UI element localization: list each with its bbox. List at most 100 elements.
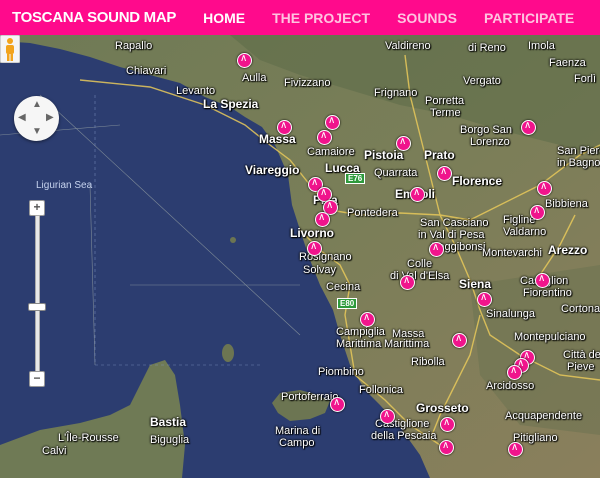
place-label: Fivizzano: [284, 77, 331, 89]
place-label: Terme: [430, 107, 461, 119]
place-label: Prato: [424, 148, 455, 162]
place-label: di Val d'Elsa: [390, 270, 450, 282]
place-label: Aulla: [242, 72, 267, 84]
place-label: della Pescaia: [371, 430, 437, 442]
place-label: Porretta: [425, 95, 465, 107]
place-label: Valdarno: [503, 226, 547, 238]
place-label: di Reno: [468, 42, 506, 54]
sound-marker[interactable]: [317, 130, 332, 145]
zoom-control: + −: [28, 200, 46, 388]
sound-marker[interactable]: [452, 333, 467, 348]
sound-marker[interactable]: [360, 312, 375, 327]
place-label: Livorno: [290, 226, 334, 240]
sound-marker[interactable]: [315, 212, 330, 227]
place-label: Siena: [459, 277, 492, 291]
sea-label: Ligurian Sea: [36, 180, 93, 191]
site-title[interactable]: TOSCANA SOUND MAP: [12, 9, 176, 26]
sound-marker[interactable]: [330, 397, 345, 412]
pan-control[interactable]: ▲ ▼ ◀ ▶: [14, 96, 59, 141]
sound-marker[interactable]: [380, 409, 395, 424]
place-label: Forlì: [574, 73, 596, 85]
nav-the-project[interactable]: THE PROJECT: [272, 10, 370, 26]
sound-marker[interactable]: [535, 273, 550, 288]
pan-down-icon[interactable]: ▼: [32, 127, 42, 137]
pegman-icon[interactable]: [0, 35, 20, 63]
sound-marker[interactable]: [325, 115, 340, 130]
place-label: Rosignano: [299, 251, 352, 263]
nav-sounds[interactable]: SOUNDS: [397, 10, 457, 26]
place-label: L'Île-Rousse: [58, 432, 119, 444]
sound-map[interactable]: Rapallo Chiavari Levanto La Spezia Aulla…: [0, 35, 600, 478]
place-label: Pontedera: [347, 207, 398, 219]
place-label: Pieve: [567, 361, 595, 373]
place-label: Follonica: [359, 384, 404, 396]
place-label: Montevarchi: [482, 247, 542, 259]
place-label: Florence: [452, 174, 503, 188]
zoom-out-button[interactable]: −: [29, 371, 45, 387]
place-label: Cortona: [561, 303, 600, 315]
place-label: Montepulciano: [514, 331, 586, 343]
place-label: Imola: [528, 40, 555, 52]
place-label: Faenza: [549, 57, 586, 69]
sound-marker[interactable]: [530, 205, 545, 220]
place-label: Biguglia: [150, 434, 190, 446]
place-label: Campiglia: [336, 326, 385, 338]
place-label: Massa: [259, 132, 296, 146]
place-label: Calvi: [42, 445, 67, 457]
place-label: Sinalunga: [486, 308, 535, 320]
place-label: Fiorentino: [523, 287, 572, 299]
sound-marker[interactable]: [440, 417, 455, 432]
sound-marker[interactable]: [277, 120, 292, 135]
sound-marker[interactable]: [439, 440, 454, 455]
top-navigation-bar: TOSCANA SOUND MAP HOME THE PROJECT SOUND…: [0, 0, 600, 35]
place-label: Marina di: [275, 425, 321, 437]
sound-marker[interactable]: [429, 242, 444, 257]
place-label: Cecina: [326, 281, 361, 293]
zoom-slider-handle[interactable]: [28, 303, 46, 311]
sound-marker[interactable]: [477, 292, 492, 307]
place-label: Bibbiena: [545, 198, 588, 210]
place-label: Lorenzo: [470, 136, 510, 148]
sound-marker[interactable]: [410, 187, 425, 202]
place-label: Frignano: [374, 87, 418, 99]
place-label: Marittima: [336, 338, 382, 350]
sound-marker[interactable]: [400, 275, 415, 290]
sound-marker[interactable]: [537, 181, 552, 196]
sound-marker[interactable]: [437, 166, 452, 181]
place-label: Quarrata: [374, 167, 418, 179]
pan-left-icon[interactable]: ◀: [18, 113, 26, 123]
place-label: Pitigliano: [513, 432, 558, 444]
place-label: San Piero: [557, 145, 600, 157]
sound-marker[interactable]: [396, 136, 411, 151]
place-label: Viareggio: [245, 163, 300, 177]
place-label: Colle: [407, 258, 433, 270]
sound-marker[interactable]: [507, 365, 522, 380]
place-label: Rapallo: [115, 40, 153, 52]
place-label: Arezzo: [548, 243, 588, 257]
road-shield: E76: [345, 173, 366, 184]
pan-up-icon[interactable]: ▲: [32, 100, 42, 110]
place-label: in Bagno: [557, 157, 600, 169]
place-label: in Val di Pesa: [418, 229, 485, 241]
road-shield: E80: [337, 298, 358, 309]
main-nav: HOME THE PROJECT SOUNDS PARTICIPATE: [203, 10, 600, 26]
zoom-track[interactable]: [35, 215, 40, 372]
place-label: Camaiore: [307, 146, 355, 158]
sound-marker[interactable]: [307, 241, 322, 256]
place-label: Arcidosso: [486, 380, 535, 392]
sound-marker[interactable]: [237, 53, 252, 68]
place-label: Città della: [563, 349, 600, 361]
sound-marker[interactable]: [508, 442, 523, 457]
place-label: Solvay: [303, 264, 337, 276]
nav-participate[interactable]: PARTICIPATE: [484, 10, 574, 26]
sound-marker[interactable]: [521, 120, 536, 135]
nav-home[interactable]: HOME: [203, 10, 245, 26]
zoom-in-button[interactable]: +: [29, 200, 45, 216]
place-label: Borgo San: [460, 124, 512, 136]
place-label: Grosseto: [416, 401, 469, 415]
place-label: Bastia: [150, 415, 187, 429]
pan-right-icon[interactable]: ▶: [46, 113, 54, 123]
place-label: Acquapendente: [505, 410, 583, 422]
place-label: Campo: [279, 437, 315, 449]
place-label: San Casciano: [420, 217, 489, 229]
